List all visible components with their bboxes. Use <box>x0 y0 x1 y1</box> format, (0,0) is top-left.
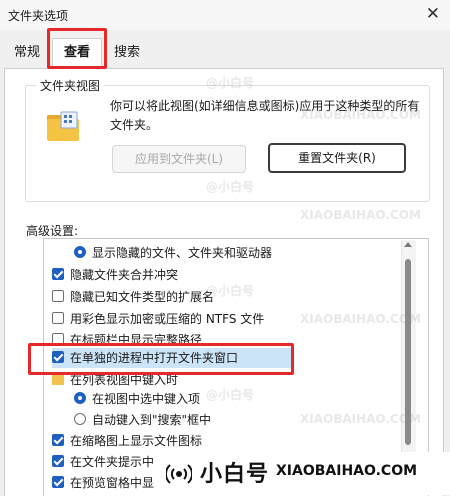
watermark: @小白号 <box>206 76 255 90</box>
annotation-highlight-tab <box>47 28 107 69</box>
brand-logo-icon <box>166 464 192 484</box>
checkbox-thumbnail-icons[interactable] <box>52 434 64 446</box>
title-bar: 文件夹选项 ✕ <box>0 0 450 30</box>
list-item-label: 显示隐藏的文件、文件夹和驱动器 <box>92 246 273 260</box>
checkbox-preview-pane[interactable] <box>52 476 64 488</box>
radio-show-hidden[interactable] <box>74 246 86 258</box>
tab-search[interactable]: 搜索 <box>110 41 144 65</box>
folder-icon <box>52 375 64 385</box>
watermark: @小白号 <box>206 180 255 194</box>
close-icon[interactable]: ✕ <box>426 4 440 24</box>
list-item-label: 在视图中选中键入项 <box>92 392 201 406</box>
watermark: XIAOBAIHAO.COM <box>300 108 421 122</box>
radio-type-to-search[interactable] <box>74 413 86 425</box>
list-item-label: 隐藏已知文件类型的扩展名 <box>70 290 215 304</box>
advanced-settings-label: 高级设置: <box>26 224 79 238</box>
list-item-label: 在预览窗格中显 <box>70 476 155 490</box>
list-item-label: 自动键入到"搜索"框中 <box>92 413 212 427</box>
checkbox-hide-extensions[interactable] <box>52 290 64 302</box>
window-title: 文件夹选项 <box>8 9 69 23</box>
watermark: XIAOBAIHAO.COM <box>300 208 421 222</box>
watermark: @小白号 <box>206 284 255 298</box>
radio-select-typed[interactable] <box>74 392 86 404</box>
checkbox-folder-tips[interactable] <box>52 455 64 467</box>
tab-general[interactable]: 常规 <box>10 41 44 65</box>
apply-to-folders-button[interactable]: 应用到文件夹(L) <box>112 145 246 173</box>
watermark: XIAOBAIHAO.COM <box>300 412 421 426</box>
annotation-highlight-row <box>28 343 294 375</box>
reset-folders-button[interactable]: 重置文件夹(R) <box>268 143 406 173</box>
brand-name-cn: 小白号 <box>200 462 270 487</box>
list-item-label: 在文件夹提示中 <box>70 455 155 469</box>
watermark: @小白号 <box>206 388 255 402</box>
list-item-label: 隐藏文件夹合并冲突 <box>70 268 179 282</box>
folder-view-legend: 文件夹视图 <box>36 77 105 94</box>
scroll-up-icon[interactable] <box>404 242 412 247</box>
watermark: XIAOBAIHAO.COM <box>300 312 421 326</box>
folder-view-icon <box>47 111 79 141</box>
list-item-label: 用彩色显示加密或压缩的 NTFS 文件 <box>70 312 265 326</box>
checkbox-color-ntfs[interactable] <box>52 312 64 324</box>
list-item-label: 在缩略图上显示文件图标 <box>70 434 203 448</box>
checkbox-hide-merge-conflicts[interactable] <box>52 268 64 280</box>
brand-name-en: XIAOBAIHAO.COM <box>276 463 418 479</box>
